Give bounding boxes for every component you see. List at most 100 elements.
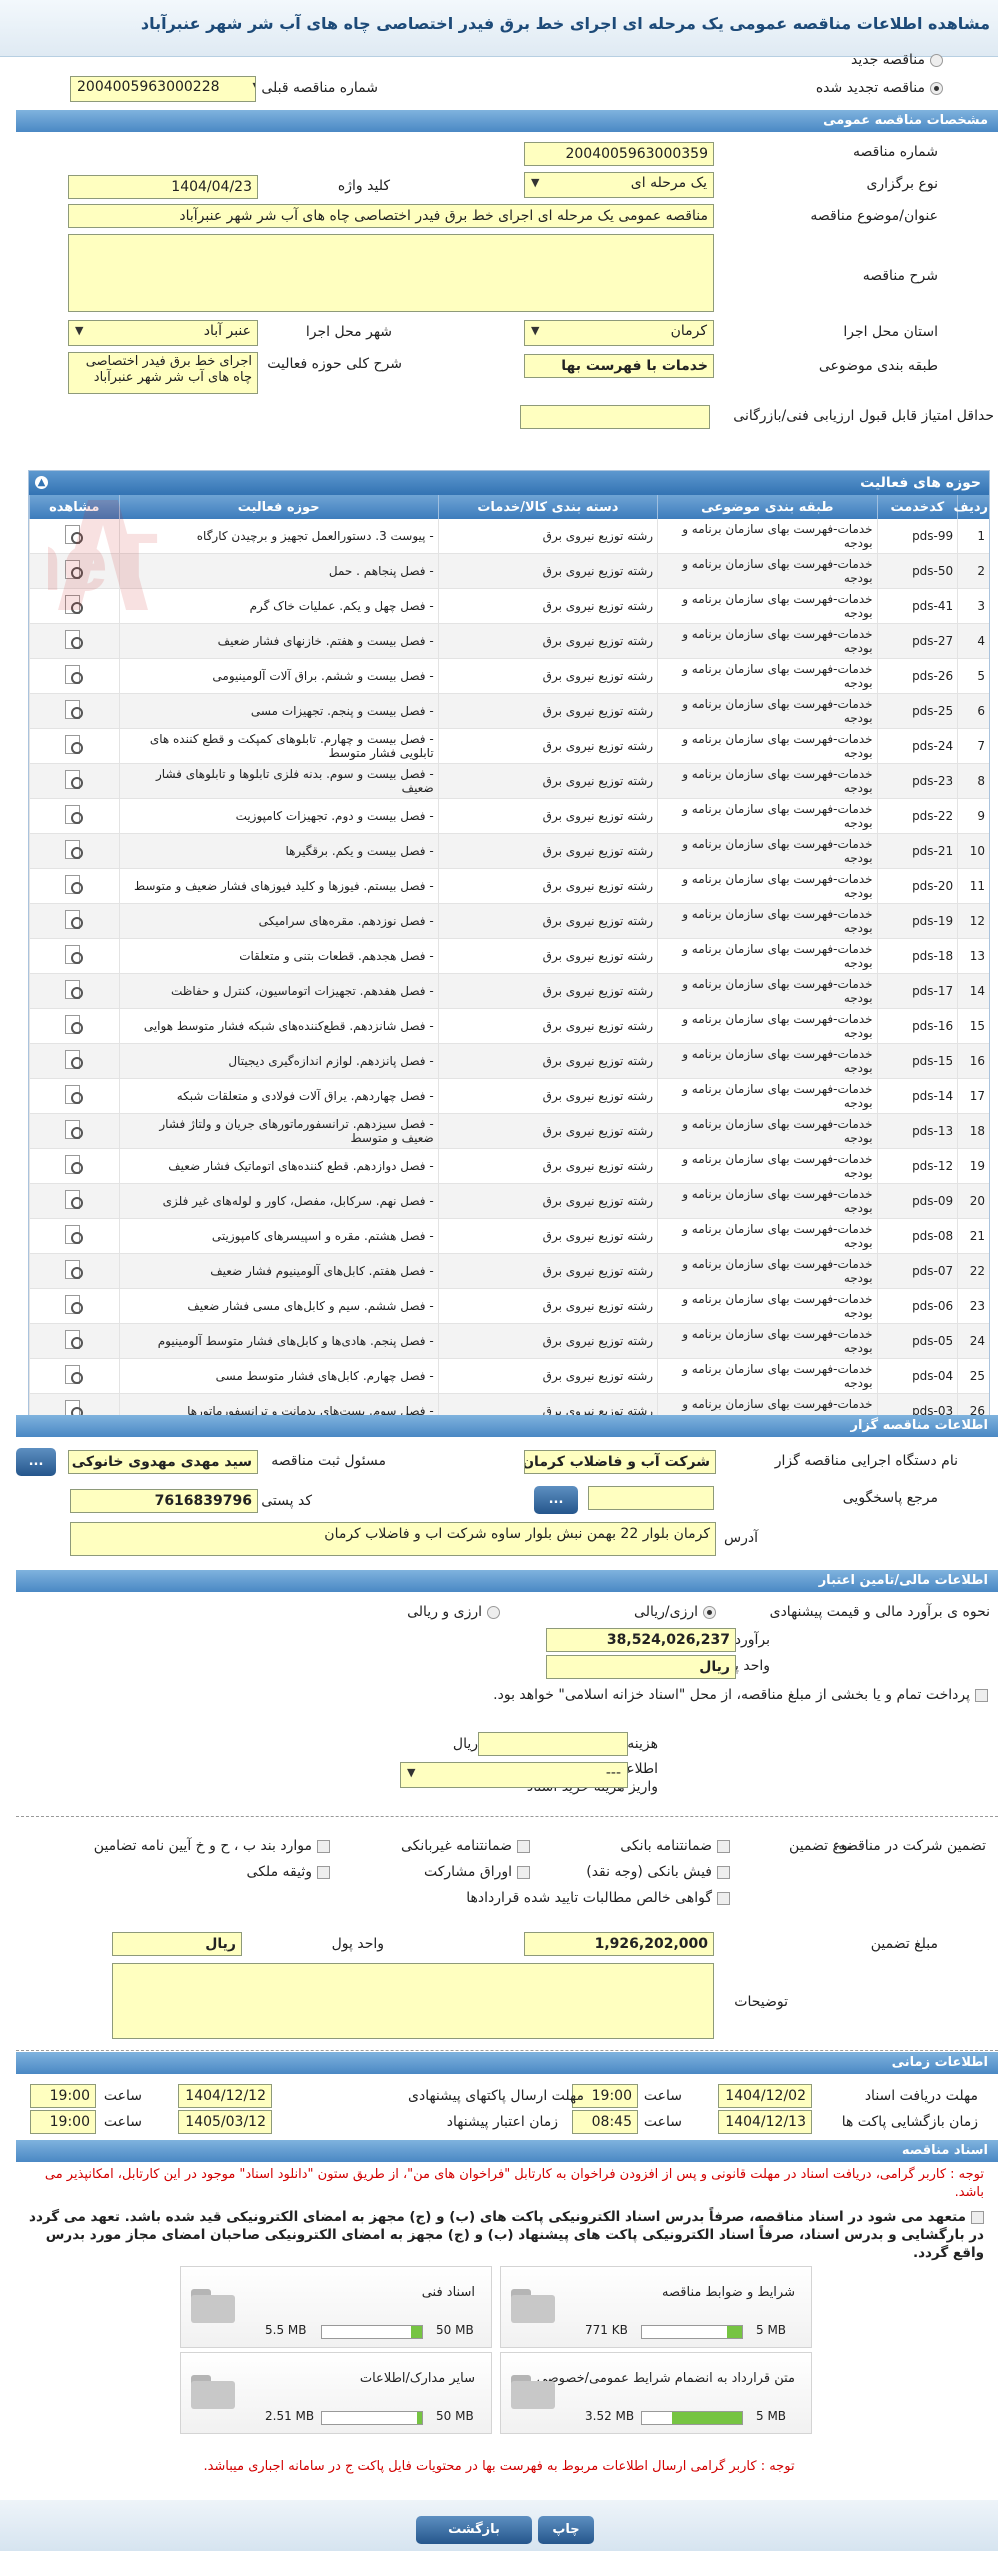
doc-file-used: 3.52 MB bbox=[585, 2409, 635, 2423]
service-code-cell: pds-25 bbox=[876, 693, 958, 729]
collapse-toggle-icon[interactable]: ▲ bbox=[35, 476, 48, 489]
doc-file-max: 50 MB bbox=[436, 2323, 474, 2337]
number-field[interactable]: 2004005963000359 bbox=[524, 142, 714, 166]
view-magnifier-icon[interactable] bbox=[63, 1049, 85, 1070]
address-field[interactable]: کرمان بلوار 22 بهمن نبش بلوار ساوه شرکت … bbox=[70, 1522, 716, 1556]
view-magnifier-icon[interactable] bbox=[63, 769, 85, 790]
doc-cost-field[interactable] bbox=[478, 1732, 628, 1756]
view-magnifier-icon[interactable] bbox=[63, 559, 85, 580]
guarantee-notes-field[interactable] bbox=[112, 1963, 714, 2039]
view-magnifier-icon[interactable] bbox=[63, 524, 85, 545]
guarantee-opt-nonbank[interactable]: ضمانتنامه غیربانکی bbox=[401, 1838, 530, 1854]
keyword-field[interactable]: 1404/04/23 bbox=[68, 175, 258, 199]
send-time-field[interactable]: 19:00 bbox=[30, 2084, 96, 2108]
treasury-checkbox[interactable] bbox=[975, 1688, 988, 1702]
renewed-tender-radio[interactable]: مناقصه تجدید شده bbox=[816, 80, 943, 96]
guarantee-opt-clauses[interactable]: موارد بند ب ، ح و خ آیین نامه تضامین bbox=[94, 1838, 330, 1854]
view-magnifier-icon[interactable] bbox=[63, 1364, 85, 1385]
ref-field[interactable] bbox=[588, 1486, 714, 1510]
activity-cell: - فصل چهل و یکم. عملیات خاک گرم bbox=[118, 588, 439, 624]
view-magnifier-icon[interactable] bbox=[63, 664, 85, 685]
guarantee-opt-cash[interactable]: فیش بانکی (وجه نقد) bbox=[586, 1864, 730, 1880]
guarantee-opt-property[interactable]: وثیقه ملکی bbox=[247, 1864, 330, 1880]
view-magnifier-icon[interactable] bbox=[63, 629, 85, 650]
view-magnifier-icon[interactable] bbox=[63, 874, 85, 895]
new-tender-radio[interactable]: مناقصه جدید bbox=[851, 52, 943, 68]
view-magnifier-icon[interactable] bbox=[63, 979, 85, 1000]
view-magnifier-icon[interactable] bbox=[63, 1189, 85, 1210]
valid-time-field[interactable]: 19:00 bbox=[30, 2110, 96, 2134]
category-cell: خدمات-فهرست بهای سازمان برنامه و بودجه bbox=[657, 798, 878, 834]
category-cell: خدمات-فهرست بهای سازمان برنامه و بودجه bbox=[657, 553, 878, 589]
doc-file-name: اسناد فنی bbox=[421, 2285, 475, 2300]
view-magnifier-icon[interactable] bbox=[63, 699, 85, 720]
estimate-field[interactable]: 38,524,026,237 bbox=[546, 1628, 736, 1652]
province-select[interactable]: کرمان ▼ bbox=[524, 320, 714, 346]
category-field[interactable]: خدمات با فهرست بها bbox=[524, 354, 714, 378]
prev-number-select[interactable]: 2004005963000228▼ bbox=[70, 76, 256, 102]
view-magnifier-icon[interactable] bbox=[63, 1119, 85, 1140]
estimate-type-radio-1[interactable]: ارزی/ریالی bbox=[634, 1604, 716, 1620]
view-cell bbox=[29, 658, 120, 694]
activity-cell: - فصل بیست و چهارم. تابلوهای کمپکت و قطع… bbox=[118, 728, 439, 764]
view-magnifier-icon[interactable] bbox=[63, 909, 85, 930]
receive-date-field[interactable]: 1404/12/02 bbox=[718, 2084, 812, 2108]
view-magnifier-icon[interactable] bbox=[63, 804, 85, 825]
estimate-type-radio-2[interactable]: ارزی و ریالی bbox=[407, 1604, 500, 1620]
activity-cell: - فصل بیست و ششم. براق آلات آلومینیومی bbox=[118, 658, 439, 694]
hold-type-select[interactable]: یک مرحله ای ▼ bbox=[524, 172, 714, 198]
postal-field[interactable]: 7616839796 bbox=[70, 1489, 258, 1513]
doc-file-card[interactable]: شرایط و ضوابط مناقصه 771 KB 5 MB bbox=[500, 2266, 812, 2348]
org-field[interactable]: شرکت آب و فاضلاب کرمان bbox=[524, 1450, 716, 1474]
ref-lookup-button[interactable]: ... bbox=[534, 1486, 578, 1514]
print-button[interactable]: چاپ bbox=[538, 2516, 594, 2544]
guarantee-opt-bank[interactable]: ضمانتنامه بانکی bbox=[620, 1838, 730, 1854]
table-row: 14 pds-17 خدمات-فهرست بهای سازمان برنامه و… bbox=[29, 973, 989, 1009]
back-button[interactable]: بازگشت bbox=[416, 2516, 532, 2544]
resp-field[interactable]: سید مهدی مهدوی خانوکی bbox=[68, 1450, 258, 1474]
doc-file-card[interactable]: متن قرارداد به انضمام شرایط عمومی/خصوصی 3… bbox=[500, 2352, 812, 2434]
view-magnifier-icon[interactable] bbox=[63, 594, 85, 615]
service-code-cell: pds-22 bbox=[876, 798, 958, 834]
resp-lookup-button[interactable]: ... bbox=[16, 1448, 56, 1476]
view-magnifier-icon[interactable] bbox=[63, 944, 85, 965]
activity-cell: - فصل هفدهم. تجهیزات اتوماسیون، کنترل و … bbox=[118, 973, 439, 1009]
org-label: نام دستگاه اجرایی مناقصه گزار bbox=[774, 1453, 958, 1469]
view-magnifier-icon[interactable] bbox=[63, 1259, 85, 1280]
guarantee-opt-claims[interactable]: گواهی خالص مطالبات تایید شده قراردادها bbox=[466, 1890, 730, 1906]
guarantee-opt-bonds[interactable]: اوراق مشارکت bbox=[424, 1864, 530, 1880]
view-magnifier-icon[interactable] bbox=[63, 734, 85, 755]
view-magnifier-icon[interactable] bbox=[63, 1084, 85, 1105]
account-select[interactable]: --- ▼ bbox=[400, 1762, 628, 1788]
view-cell bbox=[29, 938, 120, 974]
scope-field[interactable]: اجرای خط برق فیدر اختصاصی چاه های آب شر … bbox=[68, 352, 258, 394]
table-row: 18 pds-13 خدمات-فهرست بهای سازمان برنامه و… bbox=[29, 1113, 989, 1149]
send-date-field[interactable]: 1404/12/12 bbox=[178, 2084, 272, 2108]
view-cell bbox=[29, 833, 120, 869]
open-date-field[interactable]: 1404/12/13 bbox=[718, 2110, 812, 2134]
grid-header-cell: دسته بندی کالا/خدمات bbox=[437, 495, 658, 519]
view-magnifier-icon[interactable] bbox=[63, 839, 85, 860]
view-magnifier-icon[interactable] bbox=[63, 1294, 85, 1315]
service-code-cell: pds-17 bbox=[876, 973, 958, 1009]
commit-checkbox[interactable] bbox=[971, 2210, 984, 2224]
open-time-field[interactable]: 08:45 bbox=[572, 2110, 638, 2134]
docs-notice-2: توجه : کاربر گرامی ارسال اطلاعات مربوط ب… bbox=[203, 2459, 795, 2474]
view-magnifier-icon[interactable] bbox=[63, 1014, 85, 1035]
currency-field[interactable]: ریال bbox=[546, 1655, 736, 1679]
doc-file-card[interactable]: اسناد فنی 5.5 MB 50 MB bbox=[180, 2266, 492, 2348]
view-magnifier-icon[interactable] bbox=[63, 1154, 85, 1175]
guarantee-unit-field[interactable]: ریال bbox=[112, 1932, 242, 1956]
activity-cell: - فصل نهم. سرکابل، مفصل، کاور و لوله‌های… bbox=[118, 1183, 439, 1219]
service-code-cell: pds-20 bbox=[876, 868, 958, 904]
view-magnifier-icon[interactable] bbox=[63, 1329, 85, 1350]
subject-field[interactable]: مناقصه عمومی یک مرحله ای اجرای خط برق فی… bbox=[68, 204, 714, 228]
doc-file-card[interactable]: سایر مدارک/اطلاعات 2.51 MB 50 MB bbox=[180, 2352, 492, 2434]
view-magnifier-icon[interactable] bbox=[63, 1224, 85, 1245]
valid-date-field[interactable]: 1405/03/12 bbox=[178, 2110, 272, 2134]
guarantee-amount-field[interactable]: 1,926,202,000 bbox=[524, 1932, 714, 1956]
group-cell: رشته توزیع نیروی برق bbox=[437, 1043, 658, 1079]
min-score-field[interactable] bbox=[520, 405, 710, 429]
city-select[interactable]: عنبر آباد ▼ bbox=[68, 320, 258, 346]
desc-field[interactable] bbox=[68, 234, 714, 312]
